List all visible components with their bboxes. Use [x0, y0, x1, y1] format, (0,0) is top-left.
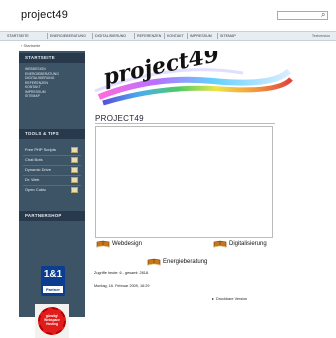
date-time: Montag, 16. Februar 2009, 16:29: [94, 284, 150, 288]
partner-seal-badge[interactable]: günstig! Webspace Hosting: [35, 304, 69, 338]
partner-logo-1und1[interactable]: 1&1 Partner: [41, 266, 65, 296]
sidebar-section-title: STARTSEITE: [25, 55, 55, 60]
folder-icon: [71, 157, 78, 163]
sidebar-header-tools: TOOLS & TIPS: [19, 129, 85, 139]
book-icon: [147, 258, 161, 266]
tool-label: Free PHP Scripts: [25, 147, 56, 152]
book-icon: [96, 240, 110, 248]
project49-logo: project49: [94, 51, 293, 106]
print-version-label: Druckbare Version: [216, 297, 248, 301]
nav-item-energieberatung[interactable]: Energieberatung: [50, 33, 86, 39]
tool-label: Open Cubic: [25, 187, 47, 192]
site-title[interactable]: project49: [21, 9, 68, 21]
nav-item-startseite[interactable]: Startseite: [7, 33, 29, 39]
tool-item[interactable]: Dr. Web: [25, 177, 83, 183]
nav-item-digitalisierung[interactable]: Digitalisierung: [95, 33, 126, 39]
seal-text: günstig! Webspace Hosting: [44, 314, 60, 326]
content-frame: [95, 126, 273, 238]
sidebar-link-impressum[interactable]: Impressum: [25, 90, 83, 94]
tool-item[interactable]: Chat Bots: [25, 157, 83, 163]
partner-area: 1&1 Partner günstig! Webspace Hosting: [19, 223, 85, 338]
divider: [23, 165, 81, 166]
partner-logo-text: 1&1: [43, 269, 63, 280]
text-version-link[interactable]: Textversion: [312, 33, 330, 39]
partner-logo-label: Partner: [45, 287, 60, 292]
tool-item[interactable]: Free PHP Scripts: [25, 147, 83, 153]
sidebar-link-digitalisierung[interactable]: Digitalisierung: [25, 76, 83, 80]
folder-icon: [71, 177, 78, 183]
nav-separator: [134, 33, 135, 39]
sidebar-header-partnershop: PARTNERSHOP: [19, 211, 85, 221]
divider: [23, 175, 81, 176]
sidebar-link-sitemap[interactable]: Sitemap: [25, 94, 83, 98]
divider: [95, 123, 275, 124]
link-label: Webdesign: [112, 241, 142, 247]
folder-icon: [71, 187, 78, 193]
nav-separator: [92, 33, 93, 39]
sidebar-link-webdesign[interactable]: Webdesign: [25, 67, 83, 71]
tool-item[interactable]: Open Cubic: [25, 187, 83, 193]
nav-item-kontakt[interactable]: Kontakt: [167, 33, 184, 39]
sidebar-section-title: TOOLS & TIPS: [25, 131, 60, 136]
tool-label: Dr. Web: [25, 177, 40, 182]
tool-label: Dynamic Drive: [25, 167, 52, 172]
link-label: Digitalisierung: [229, 241, 267, 247]
folder-icon: [71, 167, 78, 173]
arrow-right-icon: ▸: [212, 296, 215, 301]
sidebar: STARTSEITE Webdesign Energieberatung Dig…: [19, 51, 85, 338]
nav-separator: [217, 33, 218, 39]
tool-item[interactable]: Dynamic Drive: [25, 167, 83, 173]
sidebar-section-title: PARTNERSHOP: [25, 213, 62, 218]
nav-item-sitemap[interactable]: Sitemap: [220, 33, 236, 39]
partner-logo-band: Partner: [43, 286, 63, 293]
sidebar-link-energieberatung[interactable]: Energieberatung: [25, 72, 83, 76]
nav-separator: [164, 33, 165, 39]
print-version-link[interactable]: ▸ Druckbare Version: [212, 296, 247, 301]
breadcrumb: ‹ Startseite: [21, 43, 40, 48]
book-icon: [213, 240, 227, 248]
divider: [23, 185, 81, 186]
nav-separator: [47, 33, 48, 39]
sidebar-link-kontakt[interactable]: Kontakt: [25, 85, 83, 89]
folder-icon: [71, 147, 78, 153]
main-content: project49 PROJECT49 Webdesign Digitalisi…: [93, 51, 336, 317]
header: project49 ⌕: [0, 0, 336, 28]
divider: [23, 155, 81, 156]
sidebar-header-startseite: STARTSEITE: [19, 53, 85, 63]
nav-item-referenzen[interactable]: Referenzen: [137, 33, 161, 39]
nav-item-impressum[interactable]: Impressum: [190, 33, 212, 39]
nav-separator: [187, 33, 188, 39]
top-navigation: Startseite Energieberatung Digitalisieru…: [0, 31, 336, 41]
sidebar-link-referenzen[interactable]: Referenzen: [25, 81, 83, 85]
search-icon[interactable]: ⌕: [321, 10, 330, 19]
breadcrumb-item[interactable]: Startseite: [23, 43, 40, 48]
link-label: Energieberatung: [163, 259, 208, 265]
tool-label: Chat Bots: [25, 157, 43, 162]
visitor-counter: Zugriffe heute: 6 - gesamt: 2818.: [94, 271, 150, 275]
page-title: PROJECT49: [95, 114, 144, 123]
